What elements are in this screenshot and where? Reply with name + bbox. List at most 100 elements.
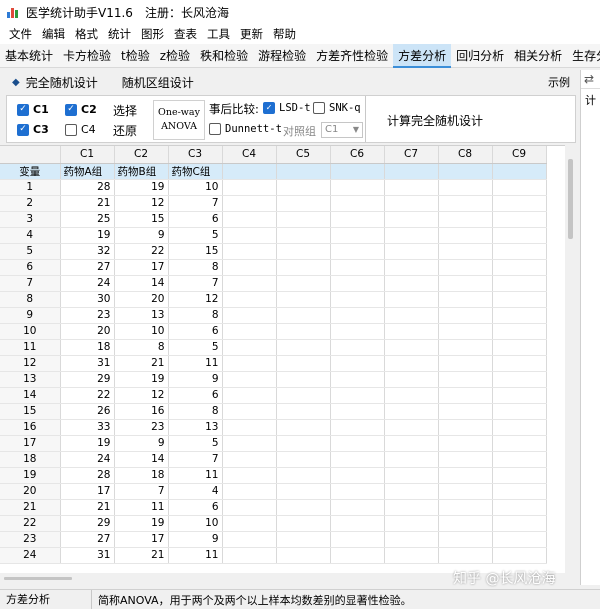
- control-group-select[interactable]: C1 ▼: [321, 122, 363, 138]
- data-cell[interactable]: [330, 531, 385, 548]
- column-header[interactable]: C5: [276, 146, 331, 164]
- row-number[interactable]: 18: [0, 451, 61, 468]
- data-cell[interactable]: [384, 435, 439, 452]
- select-button[interactable]: 选择: [113, 102, 137, 119]
- data-cell[interactable]: [438, 403, 493, 420]
- data-cell[interactable]: [330, 275, 385, 292]
- data-cell[interactable]: [276, 275, 331, 292]
- data-cell[interactable]: [492, 451, 547, 468]
- column-header[interactable]: C4: [222, 146, 277, 164]
- data-cell[interactable]: [276, 243, 331, 260]
- data-cell[interactable]: [276, 179, 331, 196]
- data-cell[interactable]: [330, 403, 385, 420]
- data-cell[interactable]: [222, 403, 277, 420]
- data-cell[interactable]: [492, 195, 547, 212]
- data-cell[interactable]: 17: [114, 531, 169, 548]
- data-cell[interactable]: [330, 243, 385, 260]
- data-cell[interactable]: 9: [114, 435, 169, 452]
- row-number[interactable]: 11: [0, 339, 61, 356]
- data-cell[interactable]: 24: [60, 275, 115, 292]
- data-cell[interactable]: [222, 323, 277, 340]
- data-cell[interactable]: [330, 419, 385, 436]
- data-cell[interactable]: 19: [114, 179, 169, 196]
- data-cell[interactable]: [222, 419, 277, 436]
- data-cell[interactable]: [222, 307, 277, 324]
- data-cell[interactable]: 22: [114, 243, 169, 260]
- data-cell[interactable]: [276, 515, 331, 532]
- restore-button[interactable]: 还原: [113, 122, 137, 139]
- data-cell[interactable]: 12: [114, 387, 169, 404]
- menu-help[interactable]: 帮助: [268, 26, 301, 42]
- data-cell[interactable]: [276, 355, 331, 372]
- data-cell[interactable]: [438, 531, 493, 548]
- swap-arrows-icon[interactable]: ⇄: [584, 72, 594, 86]
- data-cell[interactable]: [222, 339, 277, 356]
- data-cell[interactable]: [222, 531, 277, 548]
- data-cell[interactable]: 18: [114, 467, 169, 484]
- tab-t-test[interactable]: t检验: [116, 44, 155, 68]
- data-cell[interactable]: [222, 467, 277, 484]
- data-cell[interactable]: [492, 371, 547, 388]
- data-cell[interactable]: [492, 387, 547, 404]
- data-cell[interactable]: [222, 435, 277, 452]
- data-cell[interactable]: [276, 499, 331, 516]
- row-number[interactable]: 22: [0, 515, 61, 532]
- data-cell[interactable]: 9: [114, 227, 169, 244]
- snk-checkbox[interactable]: SNK-q: [313, 102, 361, 114]
- data-cell[interactable]: [276, 435, 331, 452]
- data-cell[interactable]: [222, 483, 277, 500]
- data-cell[interactable]: 6: [168, 499, 223, 516]
- data-cell[interactable]: [492, 243, 547, 260]
- variable-name-cell[interactable]: [384, 163, 439, 180]
- data-cell[interactable]: [492, 259, 547, 276]
- data-cell[interactable]: [330, 467, 385, 484]
- data-cell[interactable]: [492, 339, 547, 356]
- column-header[interactable]: C7: [384, 146, 439, 164]
- data-cell[interactable]: [276, 291, 331, 308]
- data-cell[interactable]: 22: [60, 387, 115, 404]
- data-cell[interactable]: 7: [114, 483, 169, 500]
- data-cell[interactable]: [276, 339, 331, 356]
- menu-edit[interactable]: 编辑: [37, 26, 70, 42]
- data-cell[interactable]: 32: [60, 243, 115, 260]
- data-cell[interactable]: [384, 451, 439, 468]
- c2-checkbox[interactable]: ✓ C2: [65, 103, 97, 116]
- data-cell[interactable]: [330, 547, 385, 564]
- data-cell[interactable]: [384, 515, 439, 532]
- data-cell[interactable]: [438, 387, 493, 404]
- data-cell[interactable]: [384, 291, 439, 308]
- row-number[interactable]: 21: [0, 499, 61, 516]
- data-cell[interactable]: 31: [60, 547, 115, 564]
- data-cell[interactable]: 8: [168, 259, 223, 276]
- data-cell[interactable]: 28: [60, 179, 115, 196]
- data-cell[interactable]: 11: [168, 547, 223, 564]
- tab-rank-sum[interactable]: 秩和检验: [195, 44, 253, 68]
- subtab-random-block[interactable]: 随机区组设计: [122, 74, 194, 91]
- data-cell[interactable]: 8: [168, 307, 223, 324]
- data-cell[interactable]: [222, 387, 277, 404]
- data-cell[interactable]: 14: [114, 451, 169, 468]
- row-number[interactable]: 9: [0, 307, 61, 324]
- data-cell[interactable]: [384, 499, 439, 516]
- column-header[interactable]: C3: [168, 146, 223, 164]
- data-cell[interactable]: 10: [168, 515, 223, 532]
- data-cell[interactable]: [276, 467, 331, 484]
- data-cell[interactable]: [492, 499, 547, 516]
- data-cell[interactable]: [438, 291, 493, 308]
- grid-corner[interactable]: [0, 146, 61, 164]
- variable-name-cell[interactable]: 药物C组: [168, 163, 223, 180]
- data-cell[interactable]: [222, 179, 277, 196]
- column-header[interactable]: C8: [438, 146, 493, 164]
- data-cell[interactable]: [492, 515, 547, 532]
- tab-chi-square[interactable]: 卡方检验: [58, 44, 116, 68]
- data-cell[interactable]: [222, 451, 277, 468]
- column-header[interactable]: C9: [492, 146, 547, 164]
- data-cell[interactable]: [222, 211, 277, 228]
- data-cell[interactable]: [438, 371, 493, 388]
- data-cell[interactable]: [384, 467, 439, 484]
- data-cell[interactable]: 19: [60, 227, 115, 244]
- data-cell[interactable]: [438, 323, 493, 340]
- tab-survival[interactable]: 生存分析: [567, 44, 600, 68]
- data-cell[interactable]: [276, 419, 331, 436]
- data-cell[interactable]: [276, 483, 331, 500]
